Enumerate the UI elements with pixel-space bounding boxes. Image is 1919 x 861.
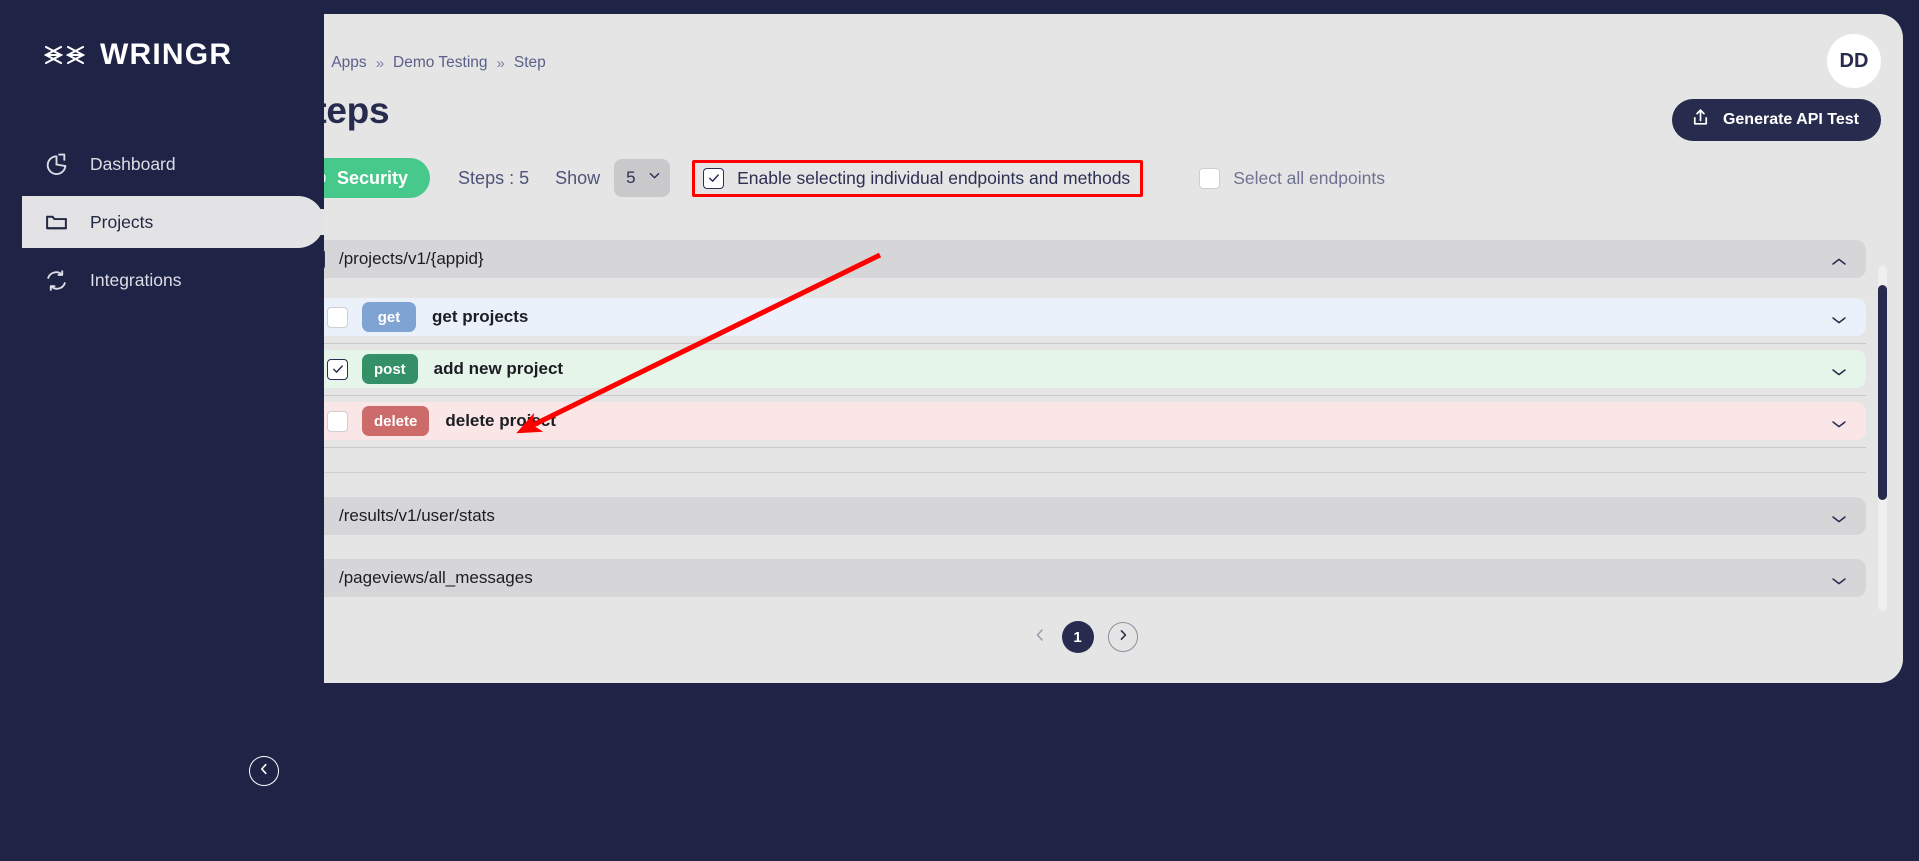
sidebar-item-label: Projects — [90, 211, 154, 232]
breadcrumb-item-step[interactable]: Step — [514, 54, 546, 72]
endpoint-header[interactable]: /pageviews/all_messages — [286, 559, 1866, 597]
endpoint-path: /pageviews/all_messages — [339, 568, 533, 587]
method-name: get projects — [432, 307, 529, 326]
sidebar-item-dashboard[interactable]: Dashboard — [0, 138, 324, 190]
chevron-down-icon[interactable] — [1830, 511, 1848, 523]
chevron-up-icon[interactable] — [1830, 254, 1848, 265]
method-list: get get projects post add new project de… — [286, 278, 1866, 468]
show-label: Show — [555, 167, 601, 188]
pagination: 1 — [266, 621, 1903, 653]
chevron-down-icon[interactable] — [1830, 312, 1848, 324]
endpoint-list: /projects/v1/{appid} get get projects po… — [286, 240, 1886, 610]
breadcrumb-separator: » — [375, 54, 385, 72]
method-badge: post — [362, 354, 418, 384]
checkbox-unchecked-icon[interactable] — [327, 410, 348, 432]
main-panel: » Apps » Demo Testing » Step Steps DD Ge… — [266, 14, 1903, 683]
pagination-next-button[interactable] — [1107, 622, 1138, 652]
sync-refresh-icon — [44, 268, 69, 293]
method-badge: delete — [362, 406, 430, 436]
enable-individual-endpoints-checkbox[interactable]: Enable selecting individual endpoints an… — [692, 159, 1144, 197]
method-row[interactable]: post add new project — [311, 350, 1866, 396]
chevron-down-icon[interactable] — [1830, 416, 1848, 428]
endpoint-group: /results/v1/user/stats — [286, 497, 1866, 535]
wringr-logo-icon — [43, 40, 86, 70]
chevron-right-icon — [1116, 628, 1130, 647]
enable-individual-endpoints-label: Enable selecting individual endpoints an… — [737, 167, 1131, 188]
show-page-size-select[interactable]: 5 — [614, 159, 671, 197]
scrollbar-thumb[interactable] — [1878, 285, 1887, 500]
breadcrumb: » Apps » Demo Testing » Step — [266, 14, 1903, 72]
folder-icon — [44, 210, 69, 235]
sidebar-nav: Dashboard Projects Integrations — [0, 138, 324, 306]
row-divider — [311, 395, 1866, 396]
generate-api-test-label: Generate API Test — [1722, 111, 1859, 128]
checkbox-unchecked-icon — [1199, 167, 1221, 189]
generate-api-test-button[interactable]: Generate API Test — [1671, 99, 1881, 141]
pie-chart-icon — [44, 152, 69, 177]
pagination-prev-button[interactable] — [1032, 627, 1048, 648]
row-divider — [311, 447, 1866, 448]
sidebar-item-label: Integrations — [90, 269, 182, 290]
breadcrumb-item-apps[interactable]: Apps — [331, 54, 366, 72]
brand-name: WRINGR — [100, 38, 233, 71]
chevron-left-icon — [1032, 627, 1048, 648]
app-root: WRINGR Dashboard Projects Integrations A… — [0, 0, 1919, 861]
sidebar-item-integrations[interactable]: Integrations — [0, 254, 324, 306]
avatar[interactable]: DD — [1827, 34, 1881, 88]
show-page-size-value: 5 — [626, 168, 636, 187]
sidebar-item-projects[interactable]: Projects — [22, 196, 324, 248]
chevron-down-icon[interactable] — [1830, 573, 1848, 585]
row-divider — [311, 343, 1866, 344]
method-row[interactable]: delete delete project — [311, 402, 1866, 448]
endpoint-header[interactable]: /projects/v1/{appid} — [286, 240, 1866, 278]
chevron-down-icon — [647, 168, 662, 188]
sidebar: WRINGR Dashboard Projects Integrations — [0, 0, 324, 861]
select-all-endpoints-label: Select all endpoints — [1233, 167, 1385, 188]
breadcrumb-separator: » — [496, 54, 505, 72]
checkbox-checked-icon — [703, 167, 725, 189]
toolbar: Security Steps : 5 Show 5 Enable selecti… — [290, 158, 1903, 198]
chevron-left-circle-icon — [257, 762, 271, 781]
breadcrumb-item-demo-testing[interactable]: Demo Testing — [393, 54, 487, 72]
method-row[interactable]: get get projects — [311, 298, 1866, 344]
security-tab-label: Security — [337, 167, 409, 188]
chevron-down-icon[interactable] — [1830, 364, 1848, 376]
endpoint-group: /pageviews/all_messages — [286, 559, 1866, 597]
endpoint-group: /projects/v1/{appid} get get projects po… — [286, 240, 1866, 473]
sidebar-item-label: Dashboard — [90, 153, 176, 174]
endpoint-path: /results/v1/user/stats — [339, 506, 495, 525]
page-title: Steps — [290, 90, 390, 131]
method-name: delete project — [445, 411, 556, 430]
endpoint-header[interactable]: /results/v1/user/stats — [286, 497, 1866, 535]
endpoint-path: /projects/v1/{appid} — [339, 249, 484, 268]
upload-share-icon — [1690, 107, 1711, 133]
checkbox-checked-icon[interactable] — [327, 358, 348, 380]
steps-count: Steps : 5 — [458, 167, 530, 188]
select-all-endpoints-checkbox[interactable]: Select all endpoints — [1199, 167, 1385, 189]
method-badge: get — [362, 302, 416, 332]
checkbox-unchecked-icon[interactable] — [327, 306, 348, 328]
pagination-page-1[interactable]: 1 — [1061, 621, 1094, 653]
group-divider — [286, 472, 1866, 473]
method-name: add new project — [433, 359, 564, 378]
sidebar-collapse-button[interactable] — [249, 756, 279, 786]
brand: WRINGR — [0, 0, 324, 80]
